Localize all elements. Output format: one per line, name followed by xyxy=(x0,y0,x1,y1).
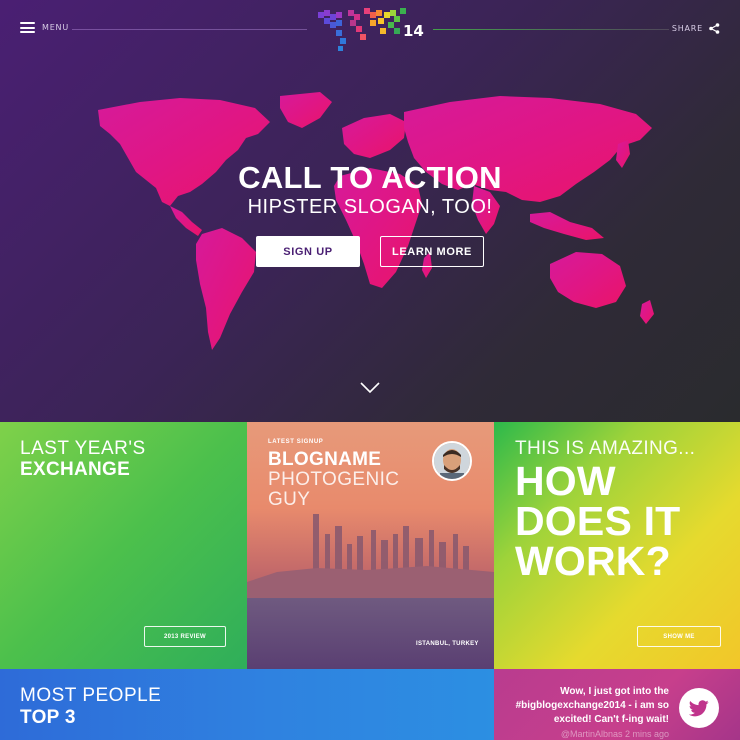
top-bar: MENU 14 SHARE xyxy=(0,0,740,60)
hero-subtitle: HIPSTER SLOGAN, TOO! xyxy=(247,196,493,218)
blog-name[interactable]: BLOGNAME xyxy=(268,449,381,471)
share-button[interactable]: SHARE xyxy=(672,23,720,34)
how-tile-headline: HOW DOES IT WORK? xyxy=(515,458,681,584)
share-icon xyxy=(709,23,720,34)
tweet-meta: @MartinAlbnas 2 mins ago xyxy=(560,729,669,739)
hero-section: MENU 14 SHARE CALL TO ACTION HIPSTER SLO… xyxy=(0,0,740,422)
hero-title: CALL TO ACTION xyxy=(238,160,502,195)
call-to-action: CALL TO ACTION HIPSTER SLOGAN, TOO! xyxy=(0,160,740,218)
how-tile-heading: THIS IS AMAZING... xyxy=(515,438,696,459)
twitter-bird-icon xyxy=(689,699,709,716)
show-me-button[interactable]: SHOW ME xyxy=(637,626,721,647)
signup-location: ISTANBUL, TURKEY xyxy=(416,641,479,647)
twitter-button[interactable] xyxy=(679,688,719,728)
tweet-text: Wow, I just got into the #bigblogexchang… xyxy=(515,686,669,725)
exchange-tile-subheading: EXCHANGE xyxy=(20,459,131,480)
hamburger-menu-icon xyxy=(20,22,35,33)
top-3-subheading: TOP 3 xyxy=(20,707,76,728)
menu-label: MENU xyxy=(42,23,69,32)
world-map-illustration xyxy=(98,92,654,350)
review-2013-button[interactable]: 2013 REVIEW xyxy=(144,626,226,647)
logo-year: 14 xyxy=(403,22,424,40)
header-divider-left xyxy=(72,29,307,30)
learn-more-button[interactable]: LEARN MORE xyxy=(380,236,484,267)
chevron-down-icon[interactable] xyxy=(360,382,380,394)
share-label: SHARE xyxy=(671,24,703,33)
header-divider-right xyxy=(433,29,669,30)
avatar[interactable] xyxy=(432,441,472,481)
menu-button[interactable]: MENU xyxy=(20,22,69,33)
sign-up-button[interactable]: SIGN UP xyxy=(256,236,360,267)
top-3-heading: MOST PEOPLE xyxy=(20,685,162,706)
exchange-tile-heading: LAST YEAR'S xyxy=(20,438,146,459)
site-logo[interactable]: 14 xyxy=(318,8,428,54)
user-avatar-icon xyxy=(434,443,470,479)
latest-signup-label: LATEST SIGNUP xyxy=(268,439,324,445)
signup-person-name: PHOTOGENIC GUY xyxy=(268,469,400,510)
